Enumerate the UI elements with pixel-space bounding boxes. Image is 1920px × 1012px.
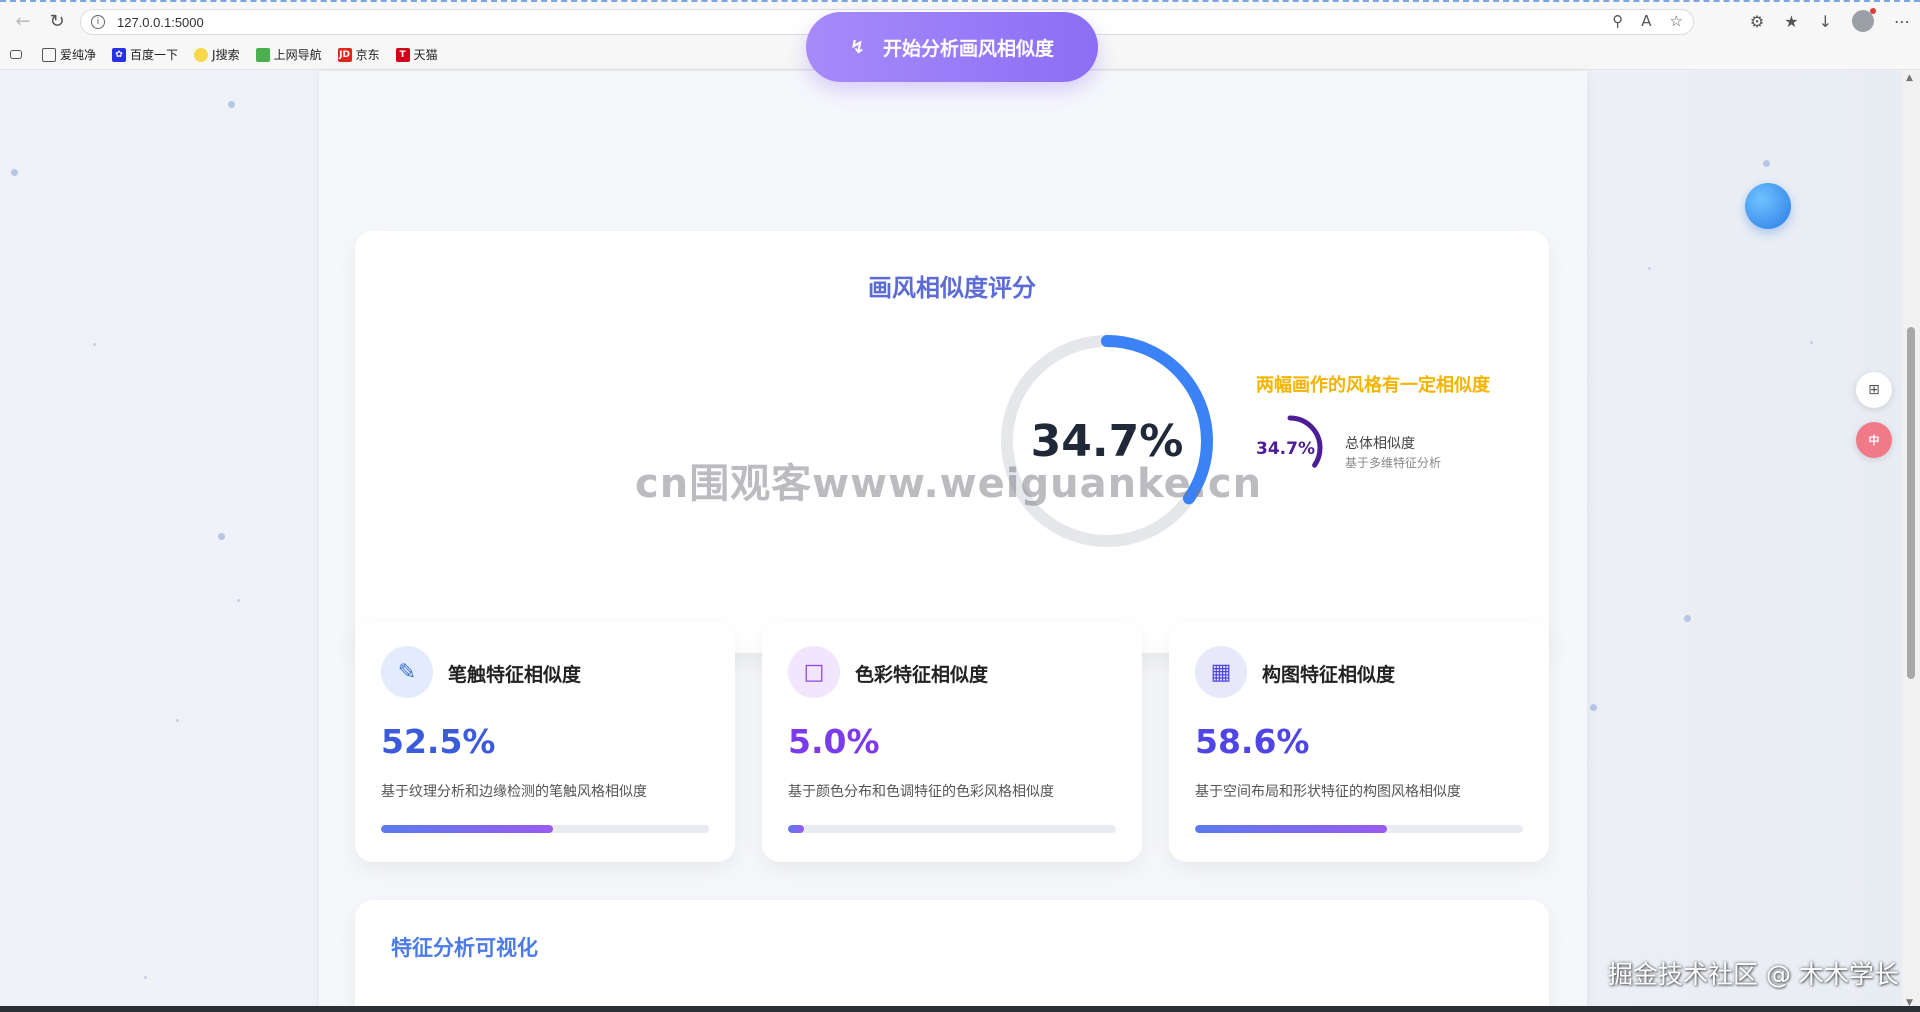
zoom-icon[interactable]: ⚲: [1612, 12, 1623, 30]
decor-dot: [1810, 341, 1813, 344]
bookmark-item[interactable]: T 天猫: [395, 46, 438, 63]
layout-icon: ▦: [1195, 646, 1247, 698]
feature-value: 5.0%: [788, 722, 880, 761]
decor-dot: [237, 599, 240, 602]
tmall-icon: T: [395, 47, 410, 62]
decor-dot: [144, 976, 147, 979]
pencil-icon: ✎: [381, 646, 433, 698]
feature-desc: 基于空间布局和形状特征的构图风格相似度: [1195, 784, 1461, 800]
visualization-card: 特征分析可视化: [355, 900, 1549, 1012]
bookmark-item[interactable]: ✿ 百度一下: [112, 46, 178, 63]
decor-dot: [228, 101, 235, 108]
visualization-title: 特征分析可视化: [391, 936, 538, 960]
sidebar-apps-icon[interactable]: ⊞: [1856, 372, 1892, 408]
page-scrollbar[interactable]: ▲ ▼: [1902, 71, 1920, 1012]
feature-name: 色彩特征相似度: [855, 664, 989, 686]
bookmark-label: 京东: [355, 48, 380, 62]
taskbar-strip: [0, 1006, 1920, 1012]
bookmark-item[interactable]: 上网导航: [255, 46, 322, 63]
feature-desc: 基于颜色分布和色调特征的色彩风格相似度: [788, 784, 1054, 800]
extensions-icon[interactable]: ⚙: [1750, 12, 1764, 31]
bookmark-item[interactable]: J搜索: [194, 46, 240, 63]
feature-desc: 基于纹理分析和边缘检测的笔触风格相似度: [381, 784, 647, 800]
bookmark-label: 爱纯净: [60, 48, 97, 62]
similarity-verdict: 两幅画作的风格有一定相似度: [1256, 375, 1490, 396]
feature-card-color: □ 色彩特征相似度 5.0% 基于颜色分布和色调特征的色彩风格相似度: [762, 622, 1142, 862]
feature-progress-track: [1195, 825, 1523, 833]
scroll-up-arrow-icon[interactable]: ▲: [1906, 73, 1913, 83]
watermark-text: cn围观客www.weiguanke.cn: [635, 461, 1263, 507]
decor-dot: [218, 533, 225, 540]
decor-dot: [1590, 704, 1597, 711]
bookmark-label: J搜索: [212, 48, 240, 62]
favorite-star-icon[interactable]: ☆: [1670, 12, 1683, 30]
jsearch-icon: [194, 47, 209, 62]
decor-dot: [1763, 160, 1770, 167]
feature-progress-track: [788, 825, 1116, 833]
bookmark-collections[interactable]: [10, 50, 26, 59]
feature-progress-track: [381, 825, 709, 833]
bookmark-label: 上网导航: [273, 48, 322, 62]
feature-progress-fill: [381, 825, 554, 833]
start-analysis-button[interactable]: ↯ 开始分析画风相似度: [806, 12, 1098, 82]
read-aloud-icon[interactable]: A: [1641, 12, 1651, 30]
bookmark-item[interactable]: 爱纯净: [42, 46, 96, 63]
feature-card-brushstroke: ✎ 笔触特征相似度 52.5% 基于纹理分析和边缘检测的笔触风格相似度: [355, 622, 735, 862]
total-similarity-sub: 基于多维特征分析: [1345, 456, 1442, 470]
more-menu-icon[interactable]: ⋯: [1894, 12, 1910, 31]
bookmark-item[interactable]: JD 京东: [337, 46, 380, 63]
score-card: 画风相似度评分 34.7% 两幅画作的风格有一定相似度 34.7% 总体相似度 …: [355, 231, 1549, 653]
decor-dot: [1684, 615, 1691, 622]
scrollbar-thumb[interactable]: [1907, 327, 1915, 679]
decor-dot: [176, 719, 179, 722]
feature-name: 笔触特征相似度: [448, 664, 582, 686]
palette-icon: □: [788, 646, 840, 698]
mini-score-value: 34.7%: [1256, 439, 1315, 459]
profile-avatar[interactable]: [1852, 8, 1876, 32]
favorites-icon[interactable]: ★: [1784, 12, 1798, 31]
feature-progress-fill: [788, 825, 805, 833]
decor-dot: [11, 169, 18, 176]
feature-value: 58.6%: [1195, 722, 1310, 761]
feature-progress-fill: [1195, 825, 1388, 833]
feature-name: 构图特征相似度: [1262, 664, 1396, 686]
bookmark-label: 百度一下: [130, 48, 179, 62]
back-arrow-icon[interactable]: ←: [10, 8, 36, 34]
url-text: 127.0.0.1:5000: [117, 14, 204, 30]
score-title: 画风相似度评分: [868, 274, 1036, 302]
info-icon[interactable]: i: [91, 15, 105, 29]
feature-value: 52.5%: [381, 722, 496, 761]
total-similarity-label: 总体相似度: [1345, 436, 1415, 452]
feature-card-composition: ▦ 构图特征相似度 58.6% 基于空间布局和形状特征的构图风格相似度: [1169, 622, 1549, 862]
decor-dot: [1648, 267, 1651, 270]
credit-watermark: 掘金技术社区 @ 木木学长: [1608, 960, 1899, 989]
download-icon[interactable]: ↓: [1819, 12, 1832, 31]
baidu-icon: ✿: [112, 47, 127, 62]
bookmark-label: 天猫: [413, 48, 438, 62]
lightning-icon: ↯: [849, 36, 866, 58]
decor-dot: [93, 343, 96, 346]
jd-icon: JD: [337, 47, 352, 62]
navigation-icon: [255, 47, 270, 62]
floating-assistant-button[interactable]: [1745, 183, 1791, 229]
translate-icon[interactable]: 中: [1856, 422, 1892, 458]
start-analysis-label: 开始分析画风相似度: [883, 37, 1055, 60]
refresh-icon[interactable]: ↻: [44, 8, 70, 34]
folder-icon: [42, 47, 56, 62]
overall-score-value: 34.7%: [1030, 415, 1184, 467]
collections-icon: [10, 50, 22, 59]
